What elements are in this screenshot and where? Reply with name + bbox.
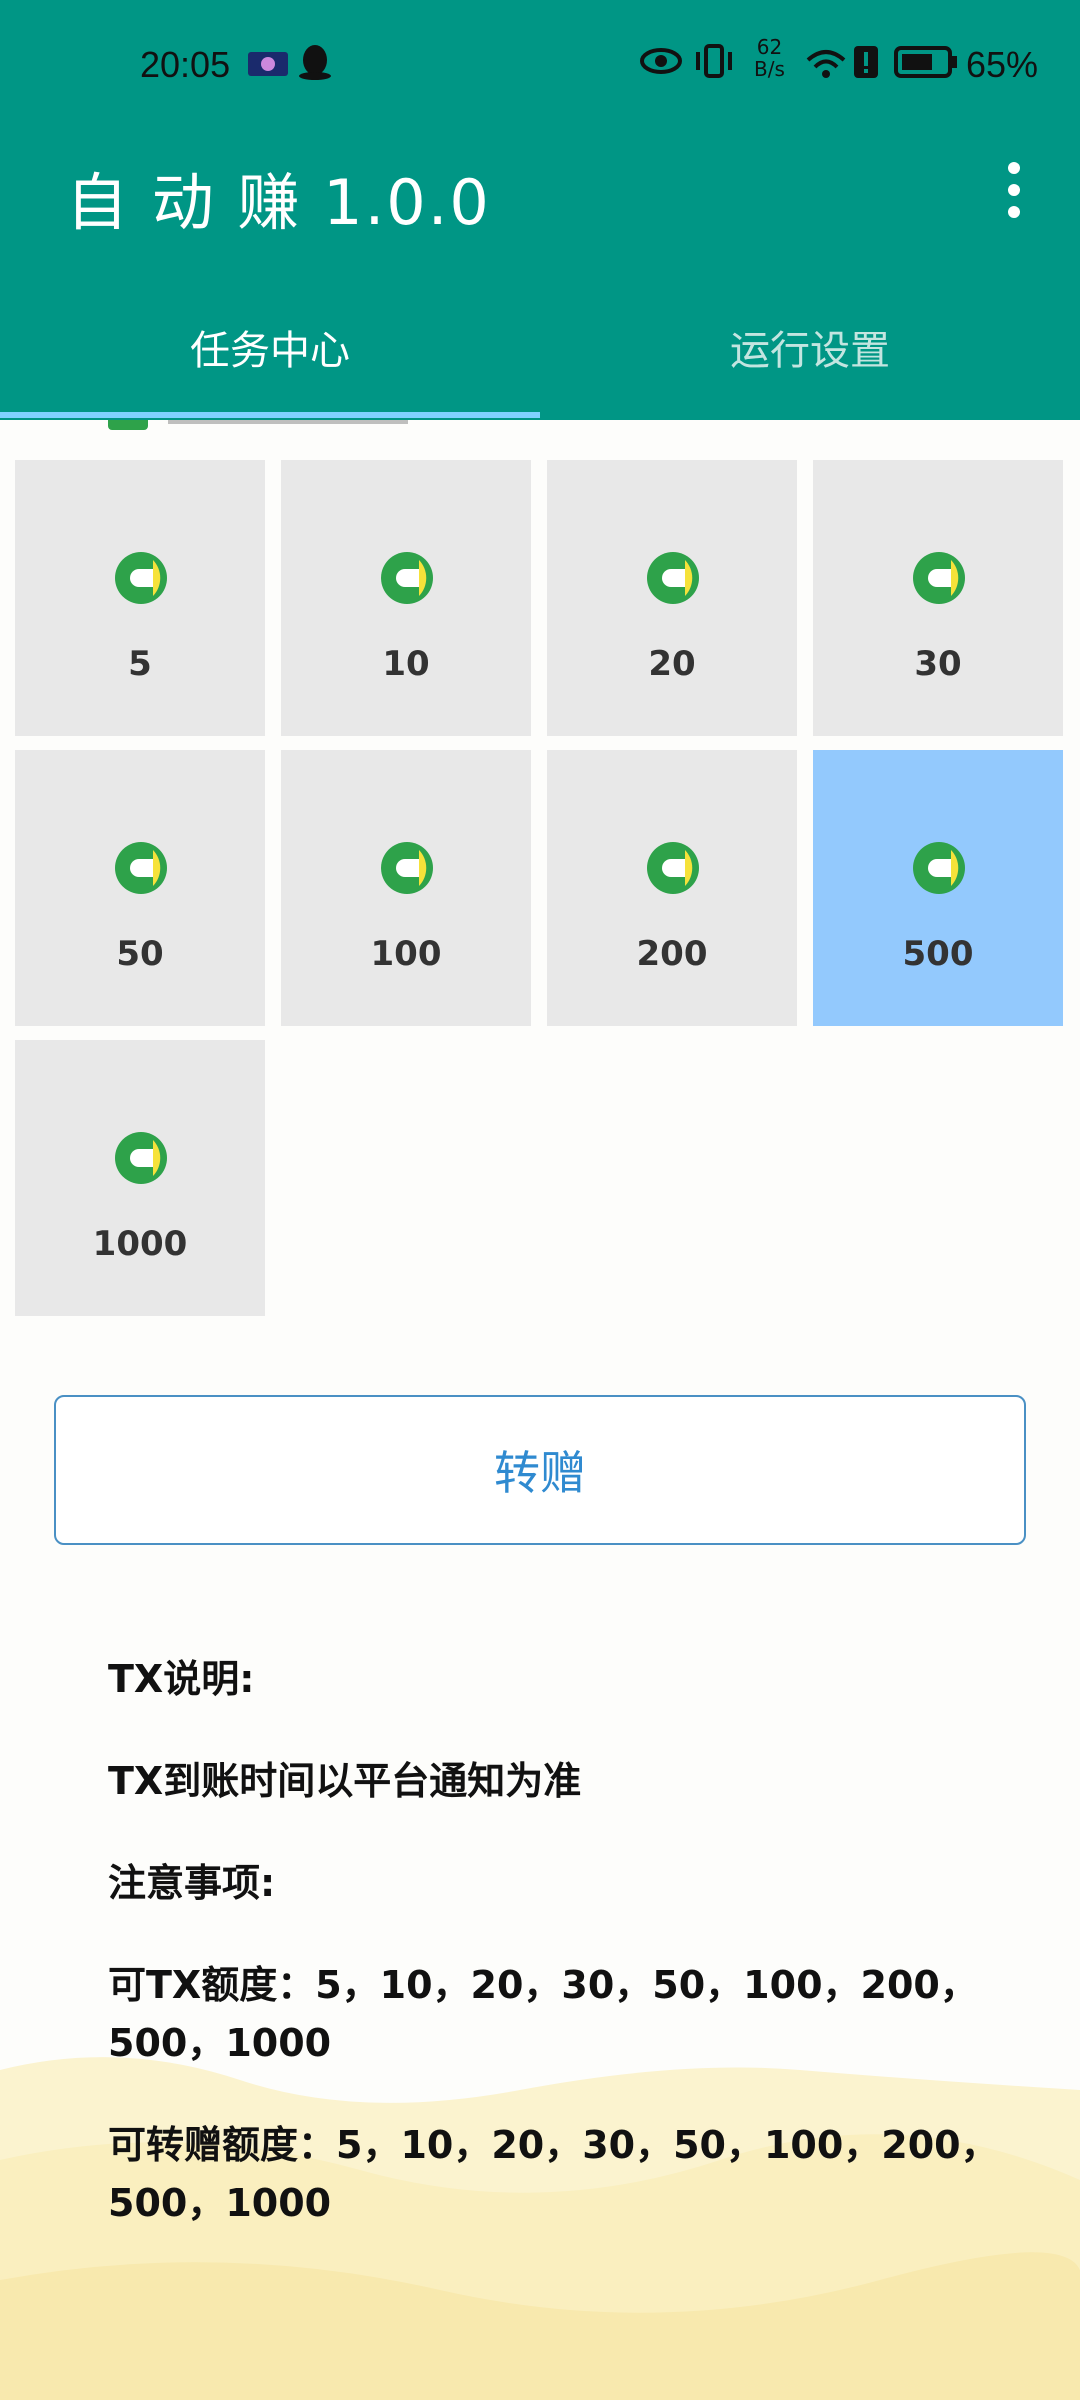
notes-line: 可转赠额度：5，10，20，30，50，100，200，500，1000 [108, 2123, 999, 2225]
wifi-icon [806, 50, 846, 78]
coin-icon [381, 552, 433, 604]
notes-line: 可TX额度：5，10，20，30，50，100，200，500，1000 [108, 1963, 978, 2065]
gift-button[interactable]: 转赠 [54, 1395, 1026, 1545]
amount-tile[interactable]: 100 [281, 750, 531, 1026]
amount-label: 20 [648, 644, 696, 684]
section-header-remnant [108, 420, 418, 430]
amount-label: 30 [914, 644, 962, 684]
amount-label: 200 [636, 934, 708, 974]
app-notification-icon [248, 52, 288, 76]
amount-tile[interactable]: 30 [813, 460, 1063, 736]
tab-indicator [0, 412, 540, 418]
amount-tile[interactable]: 10 [281, 460, 531, 736]
notes-line: 注意事项: [108, 1861, 276, 1905]
amount-label: 10 [382, 644, 430, 684]
battery-percent: 65% [966, 44, 1039, 85]
app-title: 自 动 赚 1.0.0 [66, 166, 491, 239]
sim-alert-icon [854, 46, 878, 78]
amount-tile[interactable]: 5 [15, 460, 265, 736]
coin-icon [115, 1132, 167, 1184]
amount-label: 500 [902, 934, 974, 974]
battery-icon [894, 46, 957, 78]
app-bar: 20:05 62 B/s 65% 自 动 赚 1.0.0 任务中心 运行设置 [0, 0, 1080, 420]
more-vert-icon[interactable] [996, 162, 1032, 226]
amount-tile[interactable]: 200 [547, 750, 797, 1026]
status-time: 20:05 [140, 44, 231, 85]
coin-icon [647, 552, 699, 604]
coin-icon [115, 552, 167, 604]
amount-label: 50 [116, 934, 164, 974]
qq-icon [299, 45, 331, 80]
coin-icon [913, 552, 965, 604]
notes-heading: TX说明: [108, 1657, 255, 1701]
coin-icon [381, 842, 433, 894]
eye-icon [640, 48, 682, 74]
amount-label: 5 [128, 644, 152, 684]
coin-icon [913, 842, 965, 894]
tab-task-center[interactable]: 任务中心 [0, 318, 540, 376]
amount-tile-selected[interactable]: 500 [813, 750, 1063, 1026]
amount-label: 1000 [92, 1224, 188, 1264]
coin-icon [647, 842, 699, 894]
notes-line: TX到账时间以平台通知为准 [108, 1759, 582, 1803]
amount-tile[interactable]: 1000 [15, 1040, 265, 1316]
status-bar: 20:05 62 B/s 65% [0, 30, 1080, 102]
coin-icon [115, 842, 167, 894]
amount-tile[interactable]: 50 [15, 750, 265, 1026]
amount-tile[interactable]: 20 [547, 460, 797, 736]
vibrate-icon [696, 44, 732, 78]
amount-label: 100 [370, 934, 442, 974]
tab-run-settings[interactable]: 运行设置 [540, 318, 1080, 376]
net-speed: 62 B/s [754, 35, 785, 81]
